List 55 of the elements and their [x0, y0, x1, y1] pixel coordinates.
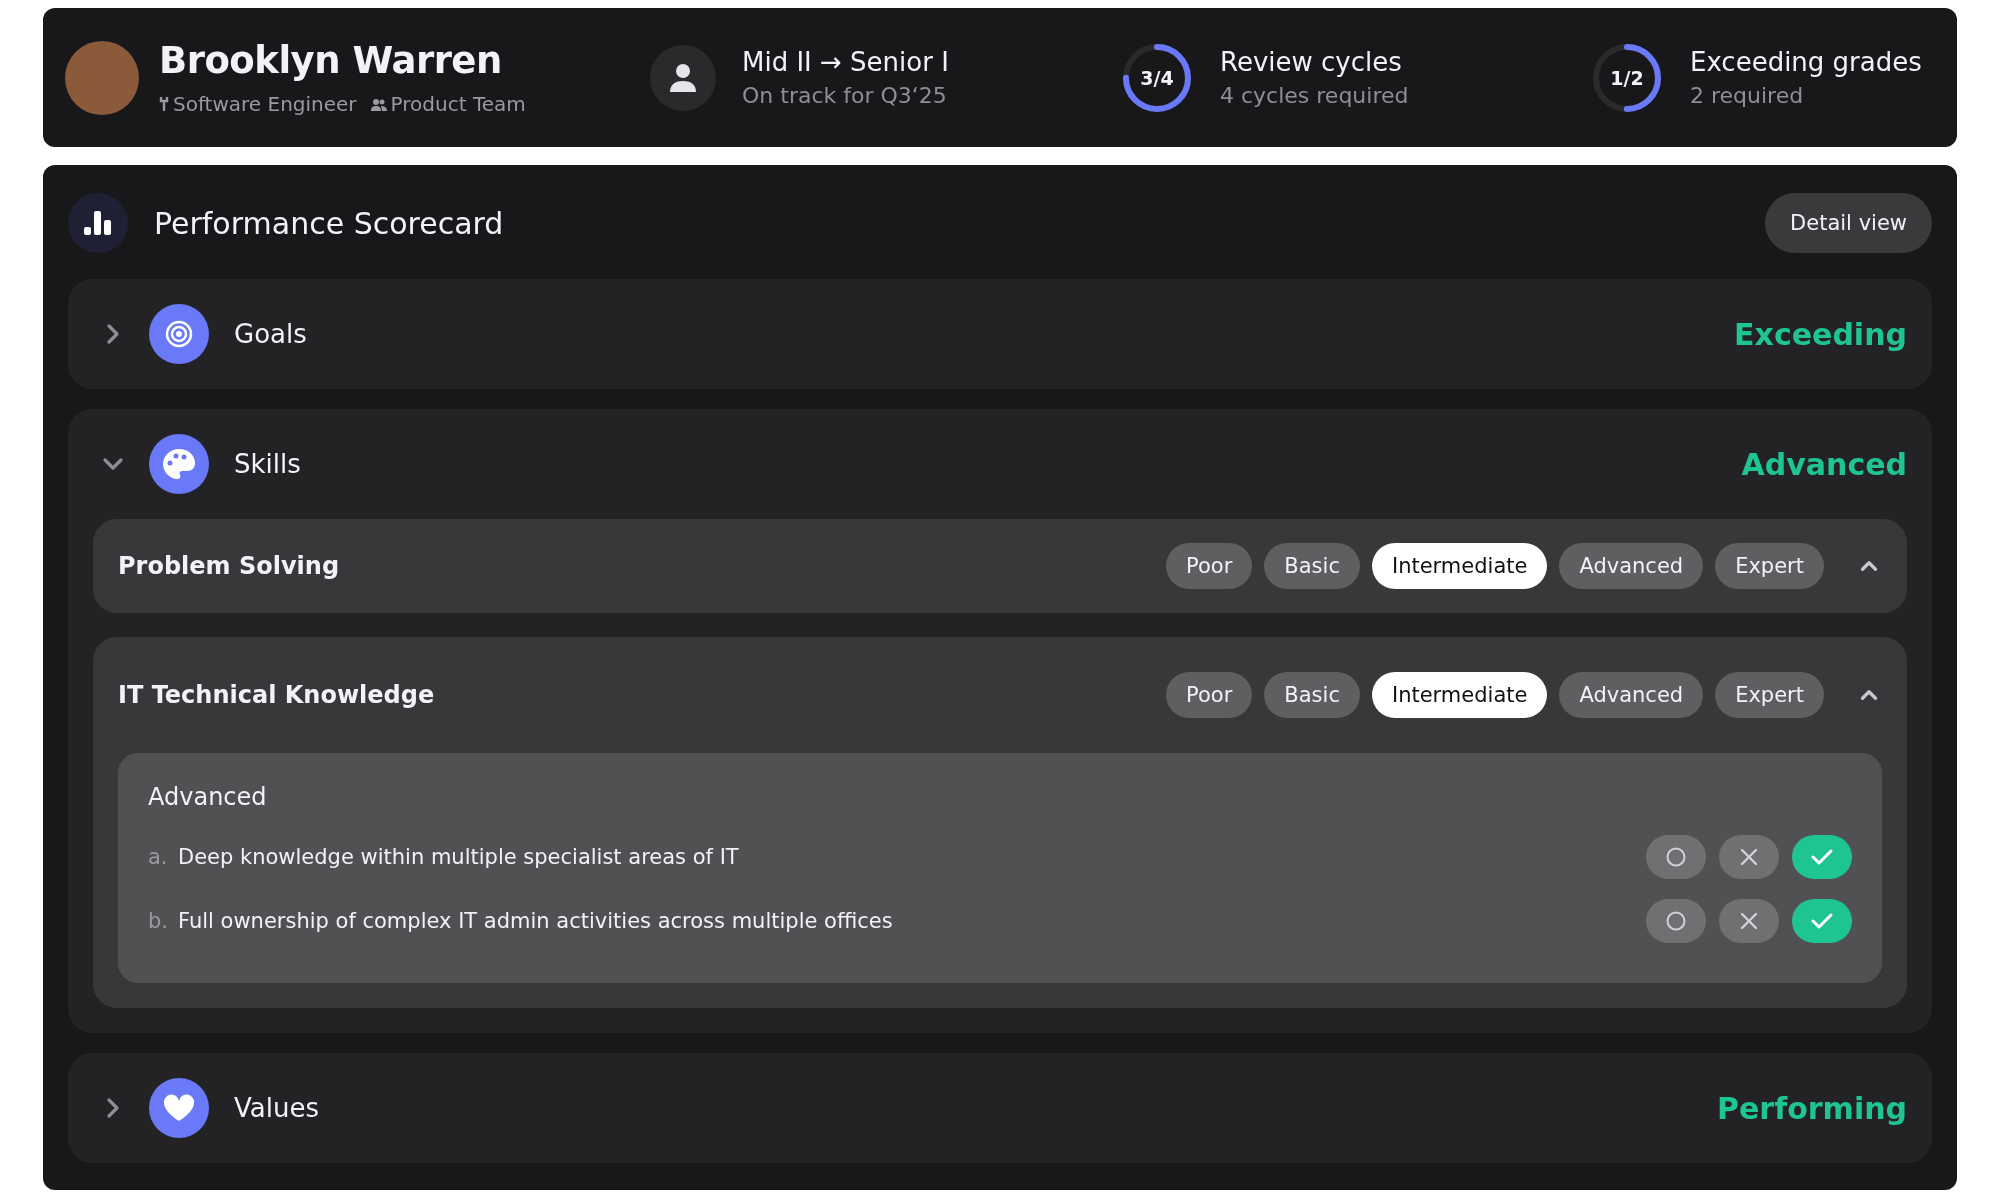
section-title: Goals	[234, 319, 308, 349]
stat-subtitle: 4 cycles required	[1220, 83, 1409, 108]
answer-toggle[interactable]	[1719, 899, 1779, 943]
answer-toggle[interactable]	[1792, 899, 1852, 943]
list-marker: a.	[148, 845, 169, 869]
criteria-title: Advanced	[148, 783, 268, 811]
circle-icon	[1666, 847, 1686, 867]
detail-view-button[interactable]: Detail view	[1765, 193, 1932, 253]
employee-name: Brooklyn Warren	[159, 39, 503, 82]
level-chip[interactable]: Poor	[1166, 672, 1253, 718]
close-icon	[1740, 848, 1758, 866]
level-chip[interactable]: Intermediate	[1371, 543, 1548, 589]
level-chip[interactable]: Expert	[1715, 543, 1824, 589]
role-text: Software Engineer	[173, 92, 357, 116]
level-chip[interactable]: Expert	[1715, 672, 1824, 718]
heart-icon	[163, 1094, 195, 1122]
person-icon	[669, 62, 697, 93]
wrench-icon	[159, 96, 169, 112]
stat-subtitle: On track for Q3‘25	[742, 83, 948, 108]
bar-chart-icon	[83, 210, 113, 236]
skill-name: Problem Solving	[118, 552, 341, 580]
level-chip[interactable]: Basic	[1264, 543, 1360, 589]
scorecard-title: Performance Scorecard	[154, 205, 505, 241]
answer-toggle[interactable]	[1646, 899, 1706, 943]
section-rating: Advanced	[1741, 446, 1907, 482]
stat-title: Review cycles	[1220, 47, 1403, 77]
stat-subtitle: 2 required	[1690, 83, 1805, 108]
skill-name: IT Technical Knowledge	[118, 681, 436, 709]
check-icon	[1811, 912, 1833, 930]
level-chip[interactable]: Poor	[1166, 543, 1253, 589]
progress-text: 1/2	[1610, 66, 1644, 89]
level-chip[interactable]: Basic	[1264, 672, 1360, 718]
section-rating: Exceeding	[1734, 316, 1907, 352]
check-icon	[1811, 848, 1833, 866]
list-marker: b.	[148, 909, 169, 933]
section-title: Skills	[234, 449, 302, 479]
level-chip[interactable]: Intermediate	[1371, 672, 1548, 718]
section-rating: Performing	[1717, 1090, 1907, 1126]
team-text: Product Team	[390, 92, 526, 116]
criterion-text: Full ownership of complex IT admin activities across multiple offices	[178, 909, 894, 933]
criterion-text: Deep knowledge within multiple specialist areas of IT	[178, 845, 740, 869]
stat-title: Mid II → Senior I	[742, 47, 949, 77]
answer-toggle[interactable]	[1646, 835, 1706, 879]
close-icon	[1740, 912, 1758, 930]
palette-icon	[162, 448, 196, 480]
circle-icon	[1666, 911, 1686, 931]
progress-text: 3/4	[1140, 66, 1174, 89]
answer-toggle[interactable]	[1719, 835, 1779, 879]
level-chip[interactable]: Advanced	[1559, 543, 1704, 589]
target-icon	[164, 319, 194, 349]
people-icon	[370, 97, 387, 111]
stat-title: Exceeding grades	[1690, 47, 1922, 77]
answer-toggle[interactable]	[1792, 835, 1852, 879]
section-title: Values	[234, 1093, 320, 1123]
level-chip[interactable]: Advanced	[1559, 672, 1704, 718]
